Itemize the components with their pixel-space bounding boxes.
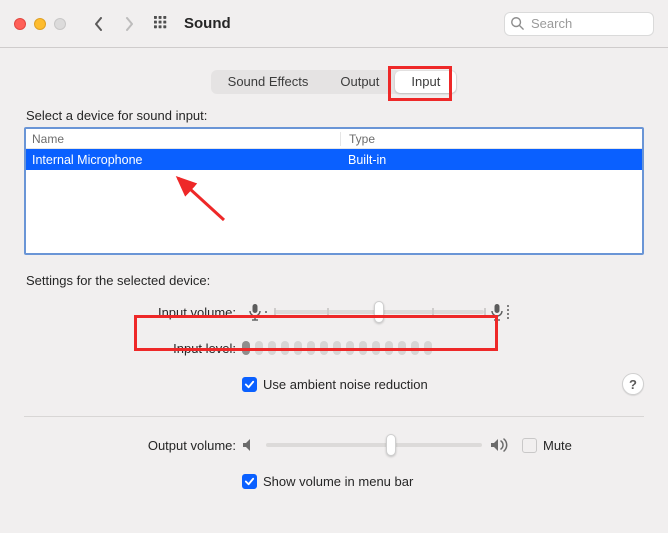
column-header-type[interactable]: Type [340, 132, 642, 146]
column-header-name[interactable]: Name [32, 132, 340, 146]
microphone-high-icon [490, 303, 512, 321]
search-field[interactable] [504, 12, 654, 36]
device-section-label: Select a device for sound input: [26, 108, 644, 123]
output-volume-thumb[interactable] [386, 434, 396, 456]
menubar-checkbox[interactable] [242, 474, 257, 489]
window-controls [14, 18, 66, 30]
help-button[interactable]: ? [622, 373, 644, 395]
device-row[interactable]: Internal Microphone Built-in [26, 149, 642, 170]
input-volume-slider[interactable] [274, 302, 484, 322]
mute-label[interactable]: Mute [543, 438, 572, 453]
divider [24, 416, 644, 417]
tab-input[interactable]: Input [395, 71, 456, 93]
input-volume-label: Input volume: [24, 305, 242, 320]
speaker-high-icon [490, 438, 510, 452]
menubar-label[interactable]: Show volume in menu bar [263, 474, 413, 489]
speaker-low-icon [242, 438, 258, 452]
settings-section-label: Settings for the selected device: [26, 273, 644, 288]
device-type-cell: Built-in [340, 153, 642, 167]
titlebar: Sound [0, 0, 668, 48]
back-button[interactable] [84, 12, 114, 36]
microphone-low-icon [248, 303, 268, 321]
minimize-window-button[interactable] [34, 18, 46, 30]
tabs: Sound Effects Output Input [211, 70, 458, 94]
ambient-noise-label[interactable]: Use ambient noise reduction [263, 377, 428, 392]
search-input[interactable] [504, 12, 654, 36]
zoom-window-button [54, 18, 66, 30]
search-icon [510, 16, 524, 33]
tab-sound-effects[interactable]: Sound Effects [212, 71, 325, 93]
tab-output[interactable]: Output [324, 71, 395, 93]
output-volume-slider[interactable] [266, 435, 482, 455]
input-level-label: Input level: [24, 341, 242, 356]
close-window-button[interactable] [14, 18, 26, 30]
mute-checkbox[interactable] [522, 438, 537, 453]
device-table: Name Type Internal Microphone Built-in [24, 127, 644, 255]
page-title: Sound [184, 15, 231, 32]
input-volume-thumb[interactable] [374, 301, 384, 323]
ambient-noise-checkbox[interactable] [242, 377, 257, 392]
output-volume-label: Output volume: [24, 438, 242, 453]
show-all-button[interactable] [148, 12, 174, 36]
input-level-meter [242, 341, 432, 355]
forward-button [114, 12, 144, 36]
device-name-cell: Internal Microphone [32, 153, 340, 167]
